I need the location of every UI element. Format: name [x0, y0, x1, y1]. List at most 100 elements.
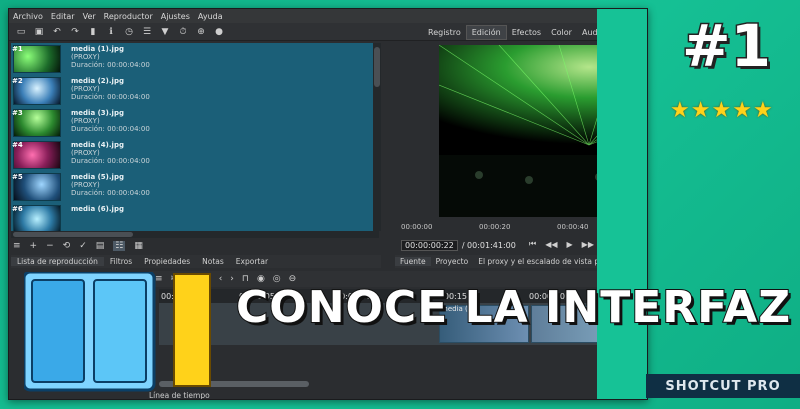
headline: CONOCE LA INTERFAZ — [235, 281, 792, 334]
menu-ayuda[interactable]: Ayuda — [198, 12, 223, 21]
star-icon: ★ — [752, 98, 773, 123]
peak-meter-icon[interactable]: ▮ — [87, 27, 99, 37]
item-number: #5 — [12, 173, 23, 181]
playlist-scrollbar[interactable] — [373, 43, 381, 231]
item-number: #2 — [12, 77, 23, 85]
item-number: #6 — [12, 205, 23, 213]
menu-ver[interactable]: Ver — [83, 12, 96, 21]
menu-icon[interactable]: ≡ — [13, 241, 21, 251]
source-tabs: Fuente Proyecto El proxy y el escalado d… — [395, 255, 647, 268]
item-name: media (3).jpg — [71, 109, 124, 117]
transport-controls: ⏮ ◀◀ ▶ ▶▶ ⏭ ■ ▦ ◀) — [529, 239, 647, 249]
tab-registro[interactable]: Registro — [423, 26, 466, 39]
export-icon[interactable]: ⊕ — [195, 27, 207, 37]
tab-filters[interactable]: Filtros — [104, 257, 138, 266]
properties-icon[interactable]: ℹ — [105, 27, 117, 37]
rating-stars: ★ ★ ★ ★ ★ — [670, 98, 773, 123]
playlist-toolbar: ≡ + − ⟲ ✓ ▤ ☷ ▦ — [13, 239, 143, 253]
item-name: media (5).jpg — [71, 173, 124, 181]
redo-icon[interactable]: ↷ — [69, 27, 81, 37]
item-proxy: (PROXY) — [71, 85, 100, 93]
tab-efectos[interactable]: Efectos — [507, 26, 546, 39]
list-item[interactable]: #2 media (2).jpg (PROXY) Duración: 00:00:0… — [11, 75, 379, 107]
play-icon[interactable]: ▶ — [567, 240, 573, 249]
list-item[interactable]: #6 media (6).jpg — [11, 203, 379, 231]
proxy-note: El proxy y el escalado de vista previa e… — [478, 257, 639, 266]
item-proxy: (PROXY) — [71, 181, 100, 189]
ruler-label: 00:01:00 — [633, 223, 648, 231]
skip-previous-icon[interactable]: ⏮ — [529, 239, 536, 249]
star-icon: ★ — [690, 98, 711, 123]
playlist-panel: #1 media (1).jpg (PROXY) Duración: 00:00:0… — [11, 43, 379, 231]
history-icon[interactable]: ◷ — [123, 27, 135, 37]
star-icon: ★ — [711, 98, 732, 123]
next-icon[interactable]: › — [230, 274, 234, 284]
episode-number: #1 — [681, 11, 773, 82]
filters-icon[interactable]: ▼ — [159, 27, 171, 37]
tiles-view-icon[interactable]: ☷ — [113, 241, 126, 251]
list-item[interactable]: #4 media (4).jpg (PROXY) Duración: 00:00:0… — [11, 139, 379, 171]
rewind-icon[interactable]: ◀◀ — [545, 240, 557, 249]
item-duration: Duración: 00:00:04:00 — [71, 125, 150, 133]
ruler-label: 00:00:00 — [401, 223, 433, 231]
menu-archivo[interactable]: Archivo — [13, 12, 43, 21]
save-icon[interactable]: ▣ — [33, 27, 45, 37]
tab-source[interactable]: Fuente — [395, 257, 431, 266]
left-panel-tabs: Lista de reproducción Filtros Propiedade… — [11, 255, 381, 268]
menu-ajustes[interactable]: Ajustes — [161, 12, 190, 21]
tab-export[interactable]: Exportar — [230, 257, 274, 266]
star-icon: ★ — [732, 98, 752, 123]
details-view-icon[interactable]: ▤ — [96, 241, 105, 251]
item-name: media (1).jpg — [71, 45, 124, 53]
item-duration: Duración: 00:00:04:00 — [71, 61, 150, 69]
record-icon[interactable]: ● — [213, 27, 225, 37]
item-proxy: (PROXY) — [71, 117, 100, 125]
add-icon[interactable]: + — [30, 241, 38, 251]
grid-icon[interactable]: ▦ — [636, 240, 644, 249]
item-number: #1 — [12, 45, 23, 53]
ruler-label: 00:00:20 — [479, 223, 511, 231]
undo-icon[interactable]: ↶ — [51, 27, 63, 37]
timeline-tab[interactable]: Línea de tiempo — [149, 391, 210, 399]
timecode-group: 00:00:00:22 / 00:01:41:00 — [401, 239, 516, 251]
tab-project[interactable]: Proyecto — [431, 257, 474, 266]
item-duration: Duración: 00:00:04:00 — [71, 189, 150, 197]
open-file-icon[interactable]: ▭ — [15, 27, 27, 37]
brand-badge: SHOTCUT PRO — [646, 374, 800, 398]
list-item[interactable]: #1 media (1).jpg (PROXY) Duración: 00:00:0… — [11, 43, 379, 75]
playlist-icon[interactable]: ☰ — [141, 27, 153, 37]
list-item[interactable]: #5 media (5).jpg (PROXY) Duración: 00:00:0… — [11, 171, 379, 203]
item-number: #3 — [12, 109, 23, 117]
list-item[interactable]: #3 media (3).jpg (PROXY) Duración: 00:00:0… — [11, 107, 379, 139]
remove-icon[interactable]: − — [46, 241, 54, 251]
menu-reproductor[interactable]: Reproductor — [104, 12, 153, 21]
update-icon[interactable]: ⟲ — [63, 241, 71, 251]
item-name: media (6).jpg — [71, 205, 124, 213]
tab-properties[interactable]: Propiedades — [138, 257, 196, 266]
check-icon[interactable]: ✓ — [79, 241, 87, 251]
tab-audio[interactable]: Audio — [577, 26, 610, 39]
total-duration: / 00:01:41:00 — [461, 240, 516, 250]
item-proxy: (PROXY) — [71, 53, 100, 61]
stop-icon[interactable]: ■ — [619, 240, 627, 249]
preview-image — [439, 45, 647, 217]
player-ruler[interactable]: 00:00:00 00:00:20 00:00:40 00:01:00 — [401, 219, 648, 235]
tab-edicion[interactable]: Edición — [465, 24, 507, 40]
skip-next-icon[interactable]: ⏭ — [603, 239, 610, 249]
playlist-hscrollbar[interactable] — [11, 231, 379, 238]
fast-forward-icon[interactable]: ▶▶ — [582, 240, 594, 249]
menu-editar[interactable]: Editar — [51, 12, 75, 21]
icons-view-icon[interactable]: ▦ — [134, 241, 143, 251]
tab-color[interactable]: Color — [546, 26, 577, 39]
item-number: #4 — [12, 141, 23, 149]
ruler-label: 00:00:40 — [557, 223, 589, 231]
menubar: Archivo Editar Ver Reproductor Ajustes A… — [9, 9, 647, 23]
keyframes-icon[interactable]: ⏱ — [177, 27, 189, 37]
shotcut-logo — [22, 270, 224, 392]
tab-reproductor[interactable]: Reproductor — [610, 26, 647, 39]
tab-notes[interactable]: Notas — [196, 257, 230, 266]
item-proxy: (PROXY) — [71, 149, 100, 157]
current-timecode[interactable]: 00:00:00:22 — [401, 239, 458, 251]
tab-playlist[interactable]: Lista de reproducción — [11, 257, 104, 266]
workspace-tabs: Registro Edición Efectos Color Audio Rep… — [423, 23, 647, 41]
